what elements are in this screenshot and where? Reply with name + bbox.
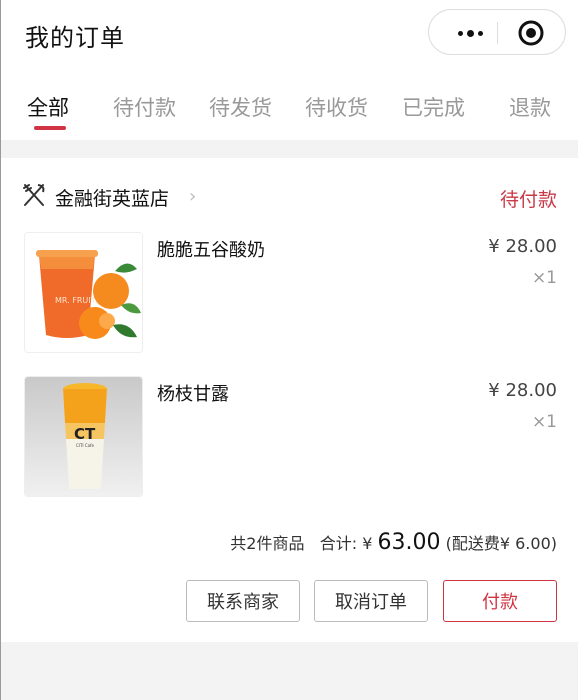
header: 我的订单 全部 待付款 待发货 待收货 已完成 退款: [1, 0, 578, 140]
item-price: ¥ 28.00: [488, 380, 557, 401]
order-status: 待付款: [499, 189, 557, 211]
item-quantity: ×1: [531, 412, 557, 432]
product-image-mango: CT CITI Cafe: [24, 376, 143, 497]
delivery-fee: (配送费¥ 6.00): [445, 534, 557, 553]
order-total: 63.00: [377, 530, 441, 555]
item-name: 杨枝甘露: [157, 384, 229, 405]
cup-brand-subtext: CITI Cafe: [76, 443, 95, 448]
active-tab-indicator: [34, 126, 66, 130]
tab-pending-receipt[interactable]: 待收货: [305, 92, 368, 122]
page-title: 我的订单: [25, 24, 125, 52]
more-dot-icon: [457, 30, 463, 36]
order-summary: 共2件商品 合计: ¥ 63.00 (配送费¥ 6.00): [230, 530, 557, 555]
item-name: 脆脆五谷酸奶: [157, 240, 265, 261]
tab-completed[interactable]: 已完成: [402, 92, 465, 122]
restaurant-utensils-icon: [23, 184, 45, 206]
chevron-right-icon[interactable]: ›: [189, 186, 196, 207]
product-image-yogurt: MR. FRUITS: [24, 232, 143, 353]
cup-brand-text: MR. FRUITS: [55, 296, 101, 305]
yogurt-cup-image: MR. FRUITS: [25, 233, 142, 352]
tab-pending-shipment[interactable]: 待发货: [209, 92, 272, 122]
more-dot-icon: [477, 30, 483, 36]
order-item[interactable]: MR. FRUITS 脆脆五谷酸奶 ¥ 28.00 ×1: [1, 232, 578, 354]
tab-all[interactable]: 全部: [27, 92, 69, 122]
item-price: ¥ 28.00: [488, 236, 557, 257]
currency-symbol: ¥: [362, 534, 373, 553]
pay-button[interactable]: 付款: [443, 580, 557, 622]
order-item[interactable]: CT CITI Cafe 杨枝甘露 ¥ 28.00 ×1: [1, 376, 578, 498]
order-card[interactable]: 金融街英蓝店 › 待付款 MR. FRUITS 脆脆五谷酸奶 ¥ 28.00 ×…: [1, 158, 578, 642]
contact-merchant-button[interactable]: 联系商家: [186, 580, 300, 622]
mini-program-capsule: [428, 9, 566, 55]
order-tabs: 全部 待付款 待发货 待收货 已完成 退款: [1, 84, 578, 132]
shop-name[interactable]: 金融街英蓝店: [55, 184, 169, 211]
total-label: 合计:: [319, 534, 358, 553]
more-button[interactable]: [443, 10, 497, 56]
tab-pending-payment[interactable]: 待付款: [113, 92, 176, 122]
cancel-order-button[interactable]: 取消订单: [314, 580, 428, 622]
more-dot-icon: [466, 29, 474, 37]
page: 我的订单 全部 待付款 待发货 待收货 已完成 退款 金融街英蓝店 › 待付款 …: [0, 0, 578, 700]
capsule-divider: [497, 22, 498, 44]
item-quantity: ×1: [531, 268, 557, 288]
tab-refund[interactable]: 退款: [509, 92, 551, 122]
cup-brand-text: CT: [74, 425, 96, 443]
item-count: 共2件商品: [230, 534, 305, 553]
close-target-icon[interactable]: [517, 19, 545, 47]
mango-cup-image: CT CITI Cafe: [25, 377, 142, 496]
